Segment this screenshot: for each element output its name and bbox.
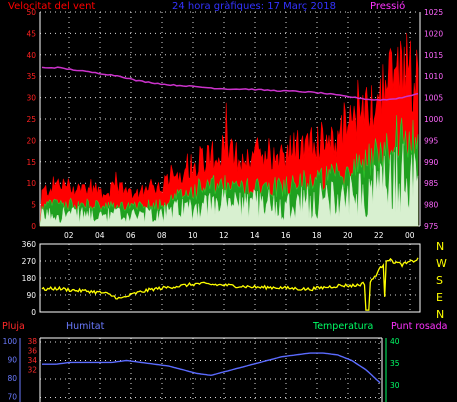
- cardinal-label: W: [436, 257, 447, 270]
- wind-y-tick: 10: [26, 179, 36, 188]
- x-tick-label: 22: [374, 231, 384, 240]
- direction-y-tick: 180: [22, 274, 37, 283]
- direction-panel-grid: [39, 243, 421, 313]
- temperature-y-tick: 40: [390, 337, 400, 346]
- x-tick-label: 10: [188, 231, 198, 240]
- wind-y-tick: 20: [26, 136, 36, 145]
- bottom-panel-grid: [19, 337, 387, 402]
- wind-y-tick: 5: [31, 201, 36, 210]
- dewpoint-label: Punt rosada: [391, 321, 447, 332]
- direction-y-tick: 0: [31, 308, 36, 317]
- pressure-y-tick: 1005: [424, 94, 443, 103]
- x-tick-label: 08: [157, 231, 167, 240]
- direction-y-tick: 270: [22, 257, 37, 266]
- x-tick-label: 02: [64, 231, 74, 240]
- chart-title: 24 hora gràfiques: 17 Març 2018: [172, 0, 336, 12]
- pressure-y-tick: 1000: [424, 115, 443, 124]
- wind-y-tick: 25: [26, 115, 36, 124]
- wind-y-tick: 50: [26, 8, 36, 17]
- rain-y-tick: 34: [27, 356, 37, 365]
- humidity-series: [42, 352, 381, 384]
- humidity-y-tick: 100: [3, 337, 18, 346]
- cardinal-label: N: [436, 308, 444, 321]
- pressure-y-tick: 975: [424, 222, 439, 231]
- x-tick-label: 14: [250, 231, 260, 240]
- pressure-y-tick: 1020: [424, 29, 443, 38]
- weather-chart-canvas: Velocitat del vent 24 hora gràfiques: 17…: [2, 0, 447, 402]
- rain-label: Pluja: [2, 321, 25, 332]
- pressure-y-tick: 985: [424, 179, 439, 188]
- cardinal-label: E: [436, 291, 443, 304]
- temperature-label: Temperatura: [312, 321, 373, 332]
- x-tick-label: 06: [126, 231, 136, 240]
- wind-y-tick: 45: [26, 29, 36, 38]
- bottom-panel-ticks: 100 90 80 70 38363432 40 35 30: [3, 337, 400, 402]
- bottom-panel-series: [42, 352, 381, 384]
- x-tick-label: 12: [219, 231, 229, 240]
- wind-y-tick: 35: [26, 72, 36, 81]
- pressure-y-tick: 1015: [424, 51, 443, 60]
- humidity-y-tick: 80: [7, 374, 17, 383]
- rain-y-tick: 32: [27, 366, 37, 375]
- cardinal-label: S: [436, 274, 443, 287]
- wind-speed-label: Velocitat del vent: [8, 1, 95, 12]
- wind-y-tick: 0: [31, 222, 36, 231]
- cardinal-label: N: [436, 240, 444, 253]
- pressure-y-tick: 995: [424, 136, 439, 145]
- x-tick-label: 16: [281, 231, 291, 240]
- pressure-y-tick: 1010: [424, 72, 443, 81]
- wind-y-tick: 40: [26, 51, 36, 60]
- pressure-y-tick: 980: [424, 201, 439, 210]
- humidity-y-tick: 70: [7, 393, 17, 402]
- direction-y-tick: 90: [26, 291, 36, 300]
- rain-y-tick: 38: [27, 337, 37, 346]
- wind-direction-series: [41, 257, 419, 311]
- temperature-y-tick: 35: [390, 359, 400, 368]
- humidity-y-tick: 90: [7, 356, 17, 365]
- wind-y-tick: 30: [26, 94, 36, 103]
- pressure-y-tick: 1025: [424, 8, 443, 17]
- direction-panel-ticks: 360270180900NWSEN: [22, 240, 447, 321]
- x-tick-label: 18: [312, 231, 322, 240]
- weather-graphs: Velocitat del vent 24 hora gràfiques: 17…: [0, 0, 457, 402]
- x-tick-label: 20: [343, 231, 353, 240]
- top-panel-series: [39, 33, 419, 227]
- wind-y-tick: 15: [26, 158, 36, 167]
- pressure-series: [41, 66, 419, 101]
- direction-y-tick: 360: [22, 240, 37, 249]
- x-tick-label: 00: [405, 231, 415, 240]
- pressure-y-tick: 990: [424, 158, 439, 167]
- direction-panel-series: [41, 257, 419, 311]
- pressure-label: Pressió: [370, 0, 405, 12]
- x-tick-label: 04: [95, 231, 105, 240]
- temperature-y-tick: 30: [390, 381, 400, 390]
- humidity-label: Humitat: [66, 321, 105, 332]
- rain-y-tick: 36: [27, 347, 37, 356]
